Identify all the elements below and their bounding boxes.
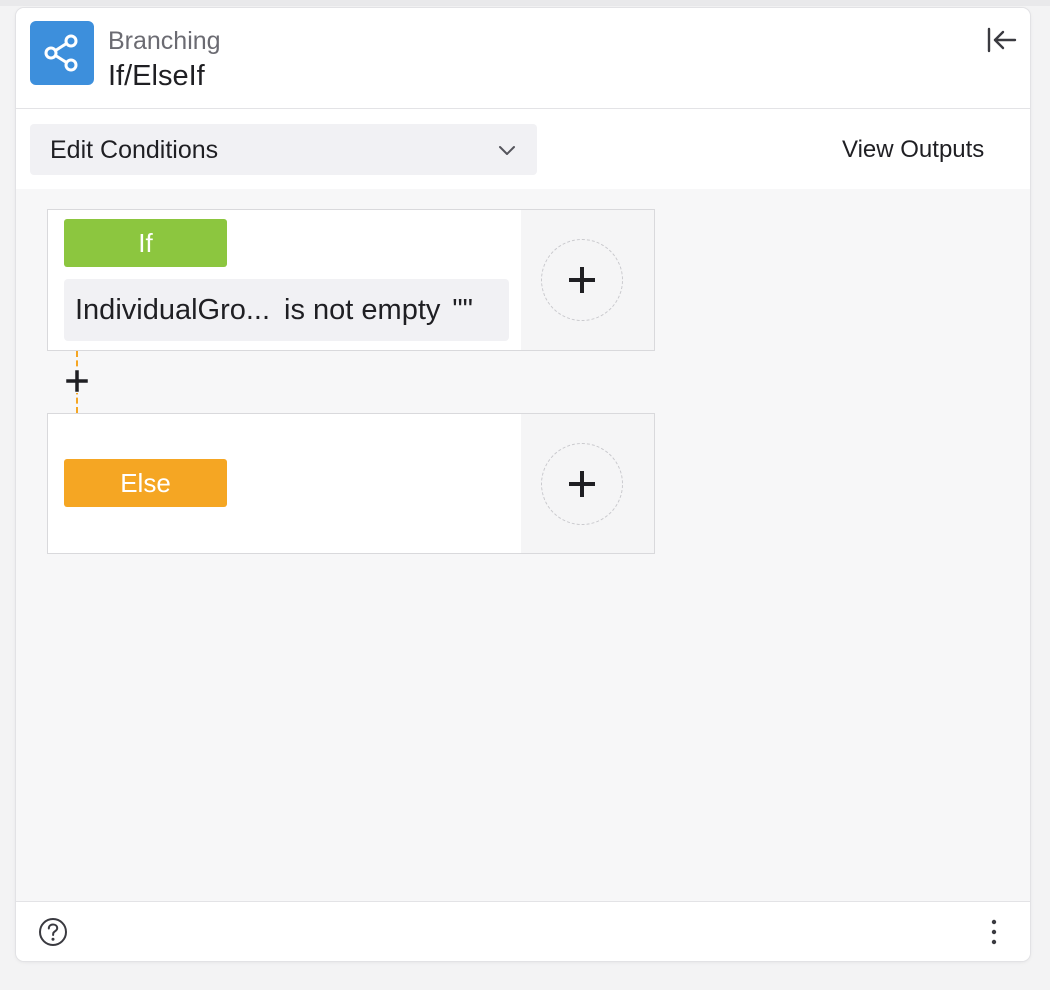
add-condition-button[interactable]: [541, 239, 623, 321]
vertical-ellipsis-icon[interactable]: [982, 916, 1006, 948]
panel-toolbar: Edit Conditions View Outputs: [16, 109, 1030, 189]
condition-value: "": [452, 293, 473, 326]
else-badge: Else: [64, 459, 227, 507]
share-nodes-icon: [30, 21, 94, 85]
dropdown-value: Edit Conditions: [50, 136, 219, 164]
collapse-left-icon[interactable]: [984, 22, 1020, 58]
condition-operator: is not empty: [284, 293, 441, 326]
add-else-action-button[interactable]: [541, 443, 623, 525]
else-condition-block: Else: [47, 413, 655, 554]
plus-icon: [569, 267, 595, 293]
chevron-down-icon: [495, 138, 519, 162]
plus-icon: [66, 370, 88, 392]
top-strip: [0, 0, 1050, 6]
condition-row[interactable]: IndividualGro... is not empty "": [64, 279, 509, 341]
node-title: If/ElseIf: [108, 60, 205, 92]
else-add-area: [521, 414, 654, 553]
edit-conditions-dropdown[interactable]: Edit Conditions: [30, 124, 537, 175]
conditions-canvas: If IndividualGro... is not empty "" Else: [16, 189, 1030, 901]
if-add-area: [521, 210, 654, 350]
node-category: Branching: [108, 27, 221, 55]
panel-footer: [16, 901, 1030, 961]
question-circle-icon[interactable]: [38, 917, 68, 947]
add-branch-button[interactable]: [65, 369, 89, 393]
branching-panel: Branching If/ElseIf Edit Conditions View…: [16, 8, 1030, 961]
plus-icon: [569, 471, 595, 497]
view-outputs-button[interactable]: View Outputs: [842, 136, 984, 164]
if-badge: If: [64, 219, 227, 267]
panel-header: Branching If/ElseIf: [16, 8, 1030, 109]
condition-field: IndividualGro...: [75, 293, 271, 326]
if-condition-block: If IndividualGro... is not empty "": [47, 209, 655, 351]
